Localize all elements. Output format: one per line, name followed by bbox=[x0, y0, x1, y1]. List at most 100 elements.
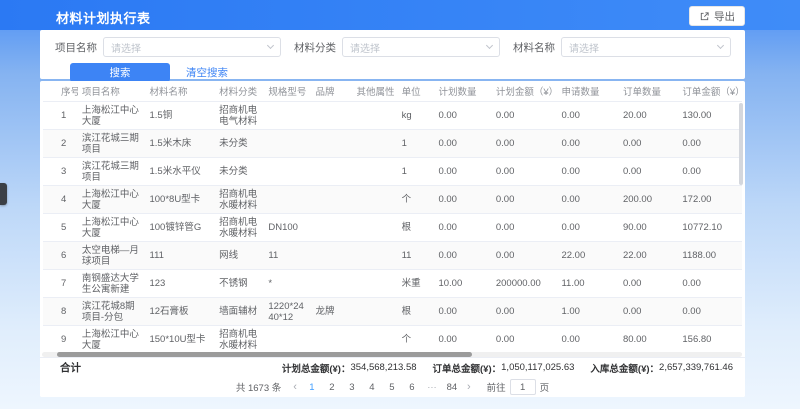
table-cell bbox=[312, 158, 353, 186]
table-cell: 80.00 bbox=[619, 326, 678, 354]
table-cell bbox=[352, 270, 397, 298]
table-cell bbox=[264, 326, 311, 354]
order-total: 订单总金额(¥)： 1,050,117,025.63 bbox=[433, 361, 575, 375]
table-cell bbox=[352, 326, 397, 354]
plan-total: 计划总金额(¥)： 354,568,213.58 bbox=[282, 361, 417, 375]
page-button[interactable]: 1 bbox=[305, 380, 319, 394]
total-label: 合计 bbox=[60, 360, 81, 375]
project-filter-label: 项目名称 bbox=[55, 40, 97, 55]
table-cell: 172.00 bbox=[678, 186, 742, 214]
column-header: 申请数量 bbox=[557, 81, 618, 102]
clear-search-link[interactable]: 清空搜索 bbox=[186, 65, 228, 80]
table-cell: 滨江花城8期项目-分包 bbox=[78, 298, 146, 326]
order-total-label: 订单总金额(¥)： bbox=[433, 361, 502, 375]
column-header: 其他属性 bbox=[352, 81, 397, 102]
material-filter-label: 材料名称 bbox=[513, 40, 555, 55]
table-cell bbox=[312, 242, 353, 270]
project-select[interactable]: 请选择 bbox=[103, 37, 281, 57]
table-cell: * bbox=[264, 270, 311, 298]
page-button[interactable]: 84 bbox=[445, 380, 459, 394]
table-cell: 100*8U型卡 bbox=[145, 186, 215, 214]
table-cell: 9 bbox=[43, 326, 78, 354]
page-unit-label: 页 bbox=[540, 380, 550, 394]
column-header: 计划金额（¥） bbox=[492, 81, 558, 102]
plan-total-label: 计划总金额(¥)： bbox=[282, 361, 351, 375]
table-cell: 0.00 bbox=[492, 158, 558, 186]
page-button[interactable]: 2 bbox=[325, 380, 339, 394]
table-cell: 200.00 bbox=[619, 186, 678, 214]
page-button[interactable]: 6 bbox=[405, 380, 419, 394]
category-filter-label: 材料分类 bbox=[294, 40, 336, 55]
column-header: 材料名称 bbox=[145, 81, 215, 102]
table-cell: 南钢盛达大学生公寓新建 bbox=[78, 270, 146, 298]
table-cell: 上海松江中心大厦 bbox=[78, 102, 146, 130]
table-cell bbox=[352, 130, 397, 158]
table-cell: 0.00 bbox=[434, 130, 491, 158]
project-select-placeholder: 请选择 bbox=[111, 40, 141, 55]
page-button[interactable]: 4 bbox=[365, 380, 379, 394]
chevron-down-icon bbox=[267, 42, 274, 49]
table-cell: 0.00 bbox=[492, 130, 558, 158]
table-cell: 150*10U型卡 bbox=[145, 326, 215, 354]
table-cell bbox=[264, 130, 311, 158]
table-cell: 4 bbox=[43, 186, 78, 214]
page-button[interactable]: 5 bbox=[385, 380, 399, 394]
filter-group-category: 材料分类 请选择 bbox=[294, 37, 500, 57]
chevron-down-icon bbox=[486, 42, 493, 49]
column-header: 材料分类 bbox=[215, 81, 264, 102]
table-cell bbox=[312, 270, 353, 298]
table-cell bbox=[352, 186, 397, 214]
export-button[interactable]: 导出 bbox=[689, 6, 745, 26]
table-cell bbox=[312, 326, 353, 354]
table-cell: 0.00 bbox=[678, 298, 742, 326]
column-header: 单位 bbox=[398, 81, 435, 102]
column-header: 计划数量 bbox=[434, 81, 491, 102]
inbound-total: 入库总金额(¥)： 2,657,339,761.46 bbox=[590, 361, 733, 375]
prev-page-button[interactable]: ‹ bbox=[291, 382, 299, 393]
chevron-down-icon bbox=[717, 42, 724, 49]
table-cell: 0.00 bbox=[557, 186, 618, 214]
next-page-button[interactable]: › bbox=[465, 382, 473, 393]
table-cell: 123 bbox=[145, 270, 215, 298]
plan-total-value: 354,568,213.58 bbox=[350, 362, 416, 373]
table-cell: 根 bbox=[398, 214, 435, 242]
category-select[interactable]: 请选择 bbox=[342, 37, 500, 57]
table-cell: 200000.00 bbox=[492, 270, 558, 298]
table-cell: 0.00 bbox=[434, 326, 491, 354]
material-select[interactable]: 请选择 bbox=[561, 37, 731, 57]
table-cell bbox=[352, 298, 397, 326]
table-cell: 130.00 bbox=[678, 102, 742, 130]
table-row: 6太空电梯—月球项目111网线11110.000.0022.0022.00118… bbox=[43, 242, 742, 270]
table-cell: 上海松江中心大厦 bbox=[78, 186, 146, 214]
table-cell: 网线 bbox=[215, 242, 264, 270]
table-cell bbox=[352, 102, 397, 130]
table-cell: 100镀锌管G bbox=[145, 214, 215, 242]
vertical-scrollbar-thumb[interactable] bbox=[739, 103, 743, 185]
table-cell: 0.00 bbox=[434, 214, 491, 242]
table-cell bbox=[312, 214, 353, 242]
side-handle[interactable] bbox=[0, 183, 7, 205]
page-jump: 前往 页 bbox=[487, 379, 550, 395]
table-cell: 0.00 bbox=[678, 130, 742, 158]
table-row: 1上海松江中心大厦1.5铜招商机电 电气材料kg0.000.000.0020.0… bbox=[43, 102, 742, 130]
table-cell: 0.00 bbox=[557, 130, 618, 158]
order-total-value: 1,050,117,025.63 bbox=[501, 362, 574, 373]
table-cell: 0.00 bbox=[434, 186, 491, 214]
page-jump-input[interactable] bbox=[510, 379, 536, 395]
table-cell: 11.00 bbox=[557, 270, 618, 298]
table-cell: 11 bbox=[398, 242, 435, 270]
table-cell: 0.00 bbox=[557, 214, 618, 242]
table-cell: 上海松江中心大厦 bbox=[78, 326, 146, 354]
table-cell: 滨江花城三期项目 bbox=[78, 158, 146, 186]
column-header: 项目名称 bbox=[78, 81, 146, 102]
table-cell: 10.00 bbox=[434, 270, 491, 298]
page-button[interactable]: 3 bbox=[345, 380, 359, 394]
table-cell bbox=[264, 102, 311, 130]
table-header-row: 序号项目名称材料名称材料分类规格型号品牌其他属性单位计划数量计划金额（¥）申请数… bbox=[43, 81, 742, 102]
table-cell: 22.00 bbox=[557, 242, 618, 270]
table-cell: 22.00 bbox=[619, 242, 678, 270]
table-cell: 滨江花城三期项目 bbox=[78, 130, 146, 158]
table-cell: 1.5铜 bbox=[145, 102, 215, 130]
search-button[interactable]: 搜索 bbox=[70, 63, 170, 82]
table-cell: 2 bbox=[43, 130, 78, 158]
